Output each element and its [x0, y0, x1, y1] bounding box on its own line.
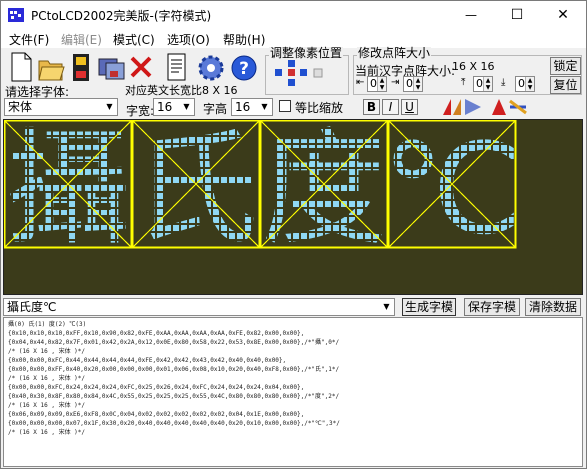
delete-button[interactable] [126, 49, 156, 85]
delete-icon [130, 56, 152, 78]
width-dec-icon: ⇤ [356, 77, 365, 88]
height-dec-icon: ⤒ [461, 77, 466, 88]
shift-left-icon [275, 69, 282, 76]
menu-mode[interactable]: 模式(C) [113, 31, 155, 48]
chevron-down-icon: ▼ [106, 102, 113, 111]
shift-right-icon [300, 69, 307, 76]
menu-help[interactable]: 帮助(H) [223, 31, 265, 48]
rotate-icon[interactable] [509, 99, 527, 115]
shift-down-icon [288, 79, 295, 86]
output-line: {0x00,0x00,0xFC,0x44,0x44,0x44,0x44,0xFE… [8, 357, 287, 364]
save-icon [73, 54, 89, 81]
bold-button[interactable]: B [363, 99, 380, 115]
output-line: {0x00,0x00,0xFF,0x40,0x20,0x00,0x00,0x00… [8, 366, 340, 373]
proportional-checkbox[interactable] [279, 100, 291, 112]
mirror-vertical-icon[interactable] [465, 99, 481, 115]
app-logo-icon [8, 8, 24, 22]
underline-button[interactable]: U [401, 99, 418, 115]
chevron-down-icon: ▼ [261, 102, 268, 111]
width-inc-icon: ⇥ [391, 77, 400, 88]
mirror-buttons [443, 99, 481, 115]
output-line: {0x40,0x30,0x8F,0x80,0x84,0x4C,0x55,0x25… [8, 393, 340, 400]
minimize-icon: — [465, 8, 477, 22]
font-height-label: 字高 [203, 102, 228, 116]
font-width-select[interactable]: 16 ▼ [153, 98, 195, 116]
close-icon: ✕ [557, 7, 569, 23]
generate-button[interactable]: 生成字模 [402, 298, 456, 316]
dot-matrix-preview[interactable]: 攝氏度℃ [3, 119, 583, 295]
output-line: /* (16 X 16 , 宋体 )*/ [8, 402, 86, 409]
output-line: {0x00,0x00,0x00,0x07,0x1F,0x30,0x20,0x40… [8, 420, 340, 427]
output-line: {0x10,0x10,0x10,0xFF,0x10,0x90,0x82,0xFE… [8, 330, 305, 337]
output-line: {0x00,0x00,0xFC,0x24,0x24,0x24,0xFC,0x25… [8, 384, 305, 391]
document-icon [167, 53, 186, 81]
pixel-adjust-arrows [275, 60, 323, 86]
lock-button[interactable]: 锁定 [550, 57, 581, 75]
open-folder-icon [38, 60, 65, 81]
title-bar: PCtoLCD2002完美版-(字符模式) — ☐ ✕ [1, 1, 586, 29]
font-width-label: 字宽: [126, 104, 155, 118]
output-line: /* (16 X 16 , 宋体 )*/ [8, 348, 86, 355]
minimize-button[interactable]: — [448, 1, 494, 29]
height-dec-spinner[interactable]: 0 ▲ ▼ [473, 76, 493, 92]
output-line: 攝(0) 氏(1) 度(2) ℃(3) [8, 321, 87, 328]
svg-text:?: ? [239, 59, 249, 79]
chevron-down-icon[interactable]: ▼ [379, 299, 394, 315]
menu-edit[interactable]: 编辑(E) [61, 31, 102, 48]
output-text-area[interactable]: 攝(0) 氏(1) 度(2) ℃(3) {0x10,0x10,0x10,0xFF,… [3, 317, 583, 467]
menu-file[interactable]: 文件(F) [9, 31, 49, 48]
document-button[interactable] [161, 49, 191, 85]
height-inc-spinner[interactable]: 0 ▲ ▼ [515, 76, 535, 92]
help-button[interactable]: ? [229, 49, 259, 85]
chevron-down-icon: ▼ [183, 102, 190, 111]
app-window: PCtoLCD2002完美版-(字符模式) — ☐ ✕ 文件(F) 编辑(E) … [0, 0, 587, 469]
menu-options[interactable]: 选项(O) [167, 31, 210, 48]
dot-size-current: 16 X 16 [452, 60, 495, 73]
new-file-icon [11, 52, 32, 82]
shift-up-icon [288, 60, 295, 67]
width-inc-spinner[interactable]: 0 ▲ ▼ [403, 76, 423, 92]
dot-matrix-grid[interactable]: 攝氏度℃ [4, 120, 583, 295]
rotate-buttons [492, 99, 527, 115]
width-dec-spinner[interactable]: 0 ▲ ▼ [367, 76, 387, 92]
en-width-ratio-label: 对应英文长宽比8 X 16 [125, 84, 238, 97]
save-button[interactable] [66, 49, 96, 85]
maximize-icon: ☐ [510, 7, 524, 23]
new-file-button[interactable] [6, 49, 36, 85]
font-select[interactable]: 宋体 ▼ [4, 98, 118, 116]
settings-button[interactable] [196, 49, 226, 85]
maximize-button[interactable]: ☐ [494, 1, 540, 29]
proportional-label: 等比缩放 [295, 101, 344, 115]
mirror-horizontal-icon[interactable] [443, 99, 461, 115]
italic-button[interactable]: I [382, 99, 399, 115]
dot-size-title: 修改点阵大小 [357, 46, 432, 60]
close-button[interactable]: ✕ [540, 1, 586, 29]
output-line: {0x04,0x44,0x82,0x7F,0x01,0x42,0x2A,0x12… [8, 339, 340, 346]
text-input-value: 攝氏度℃ [7, 300, 57, 314]
output-line: /* (16 X 16 , 宋体 )*/ [8, 429, 86, 436]
restore-button[interactable]: 复位 [550, 76, 581, 94]
save-font-button[interactable]: 保存字模 [464, 298, 520, 316]
clear-data-button[interactable]: 清除数据 [525, 298, 581, 316]
text-input[interactable]: 攝氏度℃ ▼ [3, 298, 395, 316]
output-line: {0x06,0x09,0x09,0xE6,0xF8,0x0C,0x04,0x02… [8, 411, 305, 418]
save-as-button[interactable] [96, 49, 126, 85]
settings-gear-icon [198, 55, 224, 81]
window-title: PCtoLCD2002完美版-(字符模式) [31, 9, 212, 23]
height-inc-icon: ⤓ [501, 77, 506, 88]
save-as-icon [98, 58, 125, 80]
font-height-select[interactable]: 16 ▼ [231, 98, 273, 116]
open-button[interactable] [36, 49, 66, 85]
invert-icon[interactable] [492, 99, 506, 115]
help-icon: ? [231, 55, 257, 81]
output-line: /* (16 X 16 , 宋体 )*/ [8, 375, 86, 382]
